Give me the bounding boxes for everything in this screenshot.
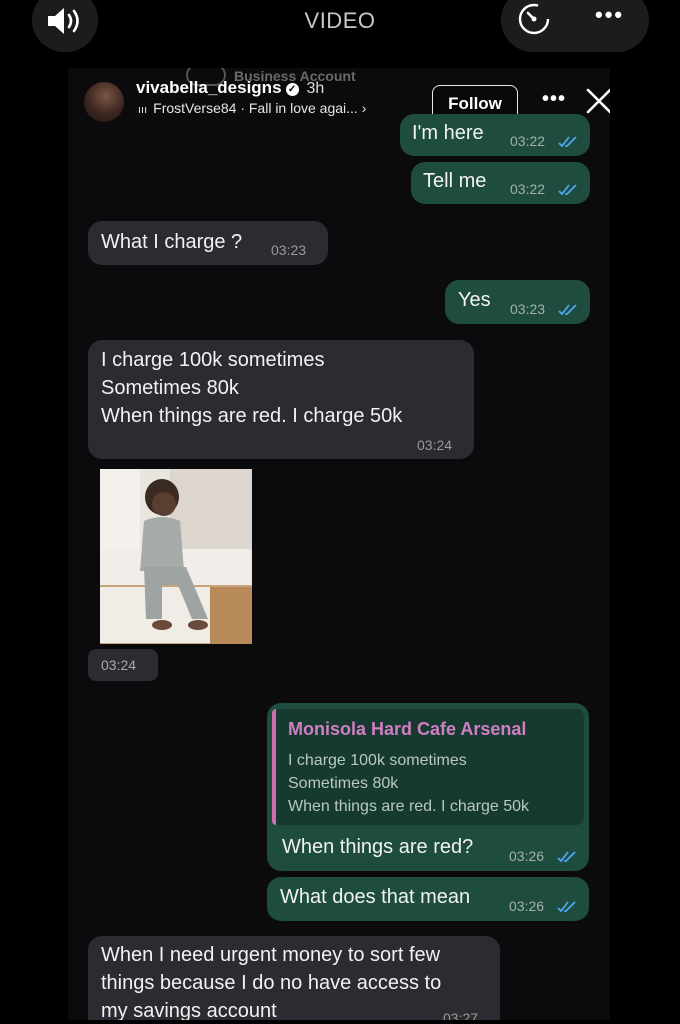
message-bubble-outgoing[interactable]: What does that mean 03:26 [267, 877, 589, 921]
message-text: I charge 100k sometimes Sometimes 80k Wh… [101, 349, 403, 427]
message-text: When I need urgent money to sort few thi… [101, 944, 442, 1020]
message-bubble-outgoing[interactable]: Tell me 03:22 [411, 162, 590, 204]
shared-photo[interactable] [100, 469, 252, 644]
quoted-sender: Monisola Hard Cafe Arsenal [288, 719, 527, 739]
toddler-photo-image [100, 469, 252, 644]
read-receipt-icon [558, 184, 577, 196]
quoted-message[interactable]: Monisola Hard Cafe Arsenal I charge 100k… [272, 709, 584, 825]
post-time: 3h [306, 80, 325, 97]
message-time: 03:23 [271, 242, 307, 258]
message-text: What does that mean [280, 886, 471, 908]
message-time: 03:27 [443, 1010, 479, 1020]
message-text: What I charge ? [101, 231, 243, 253]
username-text: vivabella_designs [136, 78, 282, 97]
more-options-icon[interactable]: ••• [595, 2, 624, 28]
read-receipt-icon [557, 901, 576, 913]
read-receipt-icon [558, 304, 577, 316]
message-text: Yes [458, 289, 491, 311]
speed-dial-icon[interactable] [517, 2, 551, 36]
message-bubble-incoming[interactable]: When I need urgent money to sort few thi… [88, 936, 500, 1020]
message-time: 03:23 [510, 301, 546, 317]
message-bubble-outgoing[interactable]: Yes 03:23 [445, 280, 590, 324]
close-icon[interactable] [586, 88, 610, 114]
read-receipt-icon [558, 136, 577, 148]
message-time: 03:26 [509, 848, 545, 864]
story-username[interactable]: vivabella_designs ✓ 3h [136, 78, 324, 98]
message-bubble-incoming[interactable]: What I charge ? 03:23 [88, 221, 328, 265]
top-bar: VIDEO ••• [0, 0, 680, 60]
quote-accent-bar [272, 709, 276, 825]
music-label[interactable]: ııı FrostVerse84 · Fall in love agai... › [138, 100, 366, 116]
message-time: 03:22 [510, 133, 546, 149]
reply-bubble-outgoing[interactable]: Monisola Hard Cafe Arsenal I charge 100k… [267, 703, 589, 871]
message-time: 03:24 [101, 657, 137, 673]
message-time: 03:22 [510, 181, 546, 197]
music-text: FrostVerse84 · Fall in love agai... › [153, 100, 367, 116]
image-timestamp-pill: 03:24 [88, 649, 158, 681]
message-bubble-incoming[interactable]: I charge 100k sometimes Sometimes 80k Wh… [88, 340, 474, 459]
message-time: 03:26 [509, 898, 545, 914]
message-bubble-outgoing[interactable]: I'm here 03:22 [400, 114, 590, 156]
music-bars-icon: ııı [138, 104, 148, 116]
read-receipt-icon [557, 851, 576, 863]
verified-badge-icon: ✓ [285, 83, 299, 96]
quoted-text: I charge 100k sometimes Sometimes 80k Wh… [288, 752, 530, 815]
message-text: Tell me [423, 170, 487, 192]
message-time: 03:24 [417, 437, 453, 453]
message-text: I'm here [412, 122, 484, 144]
avatar[interactable] [84, 82, 124, 122]
chat-screenshot: Business Account vivabella_designs ✓ 3h ıı… [68, 68, 610, 1020]
top-right-controls: ••• [501, 0, 649, 52]
story-more-icon[interactable]: ••• [542, 88, 566, 111]
message-text: When things are red? [282, 836, 474, 858]
